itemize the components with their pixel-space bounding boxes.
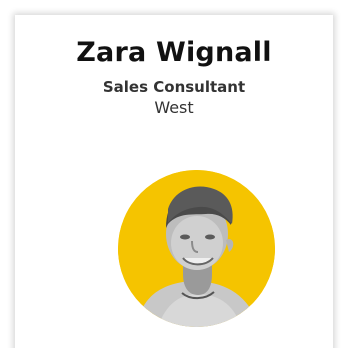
profile-region: West bbox=[154, 98, 194, 117]
profile-job-title: Sales Consultant bbox=[102, 78, 246, 96]
avatar-photo bbox=[118, 170, 275, 327]
page: Zara Wignall Sales Consultant West bbox=[0, 0, 350, 348]
avatar bbox=[118, 170, 275, 327]
profile-name: Zara Wignall bbox=[76, 37, 272, 68]
profile-card: Zara Wignall Sales Consultant West bbox=[15, 15, 333, 348]
